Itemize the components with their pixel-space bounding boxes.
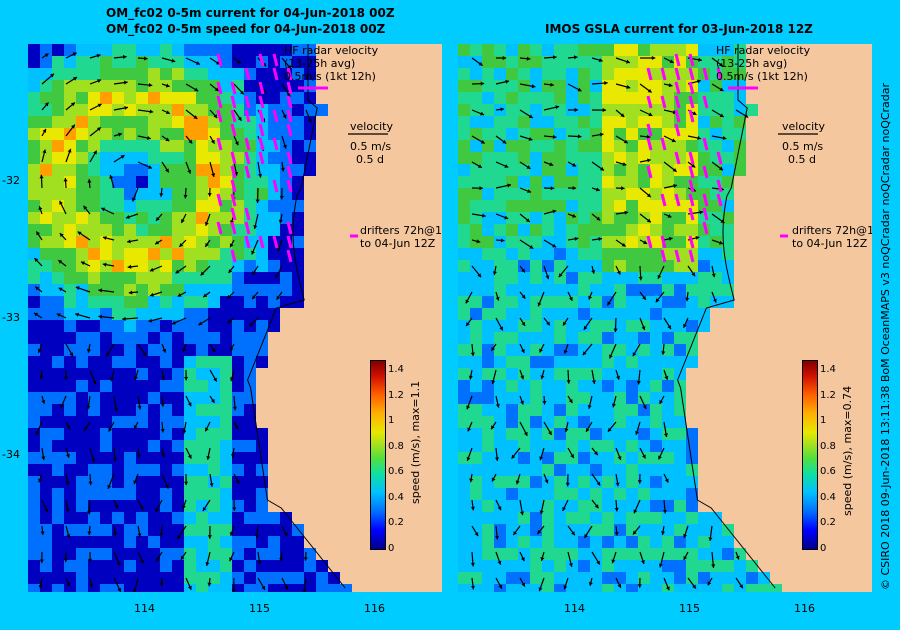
- right-velocity-legend-3: 0.5 d: [788, 153, 816, 166]
- left-colorbar: [370, 360, 386, 550]
- lon-label-left-116: 116: [364, 602, 385, 615]
- credit-text: © CSIRO 2018 09-Jun-2018 13:11:38 BoM Oc…: [879, 82, 892, 590]
- colorbar-tick-label: 1: [820, 415, 827, 426]
- lon-label-right-115: 115: [679, 602, 700, 615]
- right-drifter-legend-2: to 04-Jun 12Z: [792, 237, 868, 250]
- colorbar-tick-label: 0.6: [388, 466, 404, 477]
- left-hf-legend-3: 0.5m/s (1kt 12h): [284, 70, 376, 83]
- right-velocity-legend-2: 0.5 m/s: [782, 140, 824, 153]
- colorbar-tick-label: 0: [820, 542, 827, 554]
- left-title-line1: OM_fc02 0-5m current for 04-Jun-2018 00Z: [106, 6, 395, 20]
- left-velocity-legend-1: velocity: [350, 120, 393, 133]
- colorbar-tick-label: 1.4: [820, 364, 836, 375]
- right-velocity-legend-1: velocity: [782, 120, 825, 133]
- colorbar-tick-label: 1.4: [388, 364, 404, 375]
- lat-label-34: -34: [2, 448, 20, 461]
- lon-label-right-114: 114: [564, 602, 585, 615]
- left-velocity-legend-3: 0.5 d: [356, 153, 384, 166]
- lon-label-right-116: 116: [794, 602, 815, 615]
- right-colorbar-title: speed (m/s), max=0.74: [841, 385, 854, 516]
- colorbar-tick-label: 0.2: [388, 517, 404, 528]
- left-title-line2: OM_fc02 0-5m speed for 04-Jun-2018 00Z: [106, 22, 386, 36]
- colorbar-tick-label: 0.6: [820, 466, 836, 477]
- colorbar-tick-label: 1.2: [820, 389, 836, 401]
- left-hf-legend-2: (13-25h avg): [284, 57, 356, 70]
- colorbar-tick-label: 1.2: [388, 389, 404, 401]
- left-velocity-legend-2: 0.5 m/s: [350, 140, 392, 153]
- right-hf-legend-3: 0.5m/s (1kt 12h): [716, 70, 808, 83]
- colorbar-tick-label: 0.4: [820, 491, 836, 503]
- lon-label-left-114: 114: [134, 602, 155, 615]
- colorbar-tick-label: 0.2: [820, 517, 836, 528]
- colorbar-tick-label: 1: [388, 415, 395, 426]
- left-map-panel: HF radar velocity (13-25h avg) 0.5m/s (1…: [28, 44, 442, 592]
- colorbar-tick-label: 0.8: [820, 440, 836, 452]
- left-hf-legend-1: HF radar velocity: [284, 44, 379, 57]
- right-title: IMOS GSLA current for 03-Jun-2018 12Z: [545, 22, 813, 36]
- colorbar-tick-label: 0.4: [388, 491, 404, 503]
- lon-label-left-115: 115: [249, 602, 270, 615]
- right-hf-legend-1: HF radar velocity: [716, 44, 811, 57]
- right-drifter-legend-1: drifters 72h@12h: [792, 224, 872, 237]
- left-drifter-legend-2: to 04-Jun 12Z: [360, 237, 436, 250]
- lat-label-33: -33: [2, 311, 20, 324]
- right-hf-legend-2: (13-25h avg): [716, 57, 788, 70]
- left-colorbar-title: speed (m/s), max=1.1: [409, 380, 422, 504]
- colorbar-tick-label: 0.8: [388, 440, 404, 452]
- left-drifter-legend-1: drifters 72h@12h: [360, 224, 442, 237]
- lat-label-32: -32: [2, 174, 20, 187]
- right-colorbar: [802, 360, 818, 550]
- colorbar-tick-label: 0: [388, 542, 395, 554]
- right-map-panel: HF radar velocity (13-25h avg) 0.5m/s (1…: [458, 44, 872, 592]
